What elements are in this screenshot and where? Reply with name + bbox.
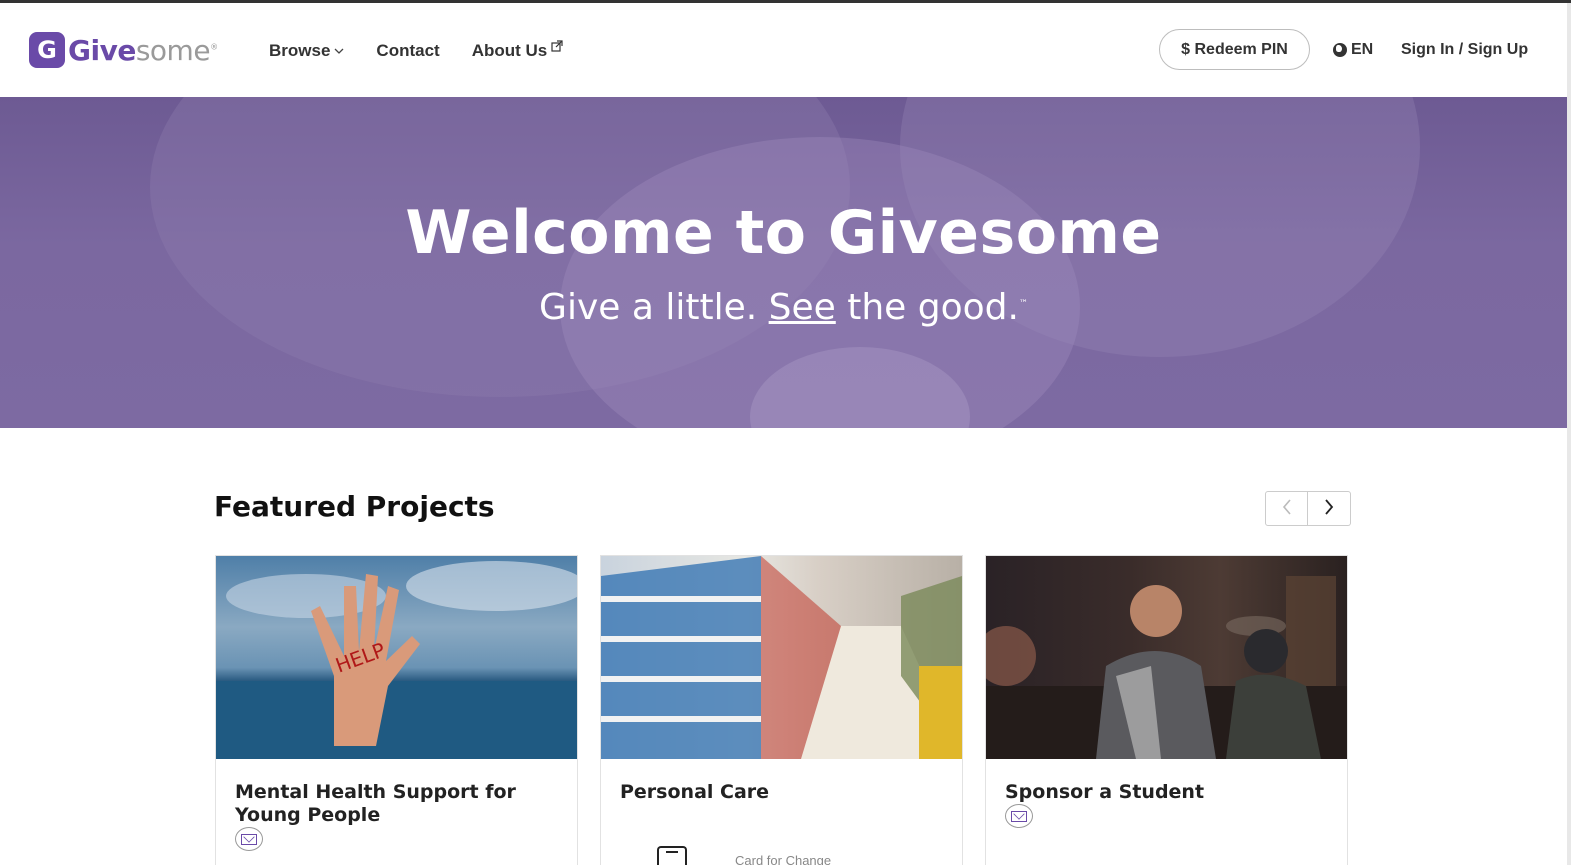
logo-mark-icon: G	[29, 32, 65, 68]
logo-wordmark: Givesome®	[68, 34, 218, 67]
chevron-right-icon	[1324, 496, 1334, 521]
project-image-mentor-student	[986, 556, 1347, 759]
sign-in-link[interactable]: Sign In / Sign Up	[1401, 41, 1528, 59]
nav-contact[interactable]: Contact	[376, 41, 439, 61]
card-footer-text: Card for Change	[735, 852, 832, 865]
project-title: Personal Care	[620, 781, 770, 803]
nav-browse[interactable]: Browse	[269, 41, 344, 61]
envelope-icon	[235, 827, 263, 851]
hero-subtitle-pre: Give a little.	[539, 287, 769, 328]
logo-text-some: some	[135, 33, 211, 67]
nav-about-label: About Us	[471, 41, 548, 60]
main-nav: Browse Contact About Us	[269, 39, 564, 61]
hero-subtitle-emphasis: See	[768, 287, 836, 328]
language-label: EN	[1351, 41, 1374, 58]
envelope-icon	[1005, 804, 1033, 828]
redeem-pin-button[interactable]: $ Redeem PIN	[1159, 29, 1310, 70]
phone-icon	[657, 846, 687, 865]
project-title: Sponsor a Student	[1005, 781, 1205, 803]
project-title: Mental Health Support for Young People	[235, 781, 516, 826]
help-hand-in-water-photo: HELP	[216, 561, 577, 759]
project-image-help-hand: HELP	[216, 556, 577, 759]
chevron-left-icon	[1282, 496, 1292, 521]
carousel-controls	[1265, 491, 1351, 526]
project-image-pharmacy-aisle	[601, 556, 962, 759]
hero-subtitle-post: the good.	[835, 287, 1019, 328]
nav-contact-label: Contact	[376, 41, 440, 60]
project-card-sponsor-student[interactable]: Sponsor a Student	[985, 555, 1348, 865]
carousel-prev-button[interactable]	[1265, 491, 1308, 526]
nav-about-us[interactable]: About Us	[471, 39, 564, 61]
scrollbar[interactable]	[1567, 3, 1571, 865]
hero-subtitle: Give a little. See the good.™	[0, 287, 1567, 328]
logo-text-give: Give	[68, 33, 136, 67]
language-selector[interactable]: EN	[1333, 41, 1373, 59]
site-header: G Givesome® Browse Contact About Us $ Re…	[0, 3, 1567, 97]
hero-banner: Welcome to Givesome Give a little. See t…	[0, 97, 1567, 428]
card-footer: Card for Change	[657, 846, 831, 865]
envelope-shape	[241, 833, 257, 845]
featured-projects-title: Featured Projects	[214, 490, 495, 523]
project-card-personal-care[interactable]: Personal Care Card for Change	[600, 555, 963, 865]
mentor-and-student-photo	[986, 576, 1347, 759]
external-link-icon	[551, 39, 563, 55]
nav-browse-label: Browse	[269, 41, 331, 60]
chevron-down-icon	[334, 47, 344, 58]
pharmacy-aisle-photo	[601, 556, 962, 759]
project-card-mental-health[interactable]: HELP Mental Health Support for Young Peo…	[215, 555, 578, 865]
envelope-shape	[1011, 810, 1027, 822]
logo-registered-mark: ®	[210, 42, 218, 52]
trademark-mark: ™	[1018, 299, 1028, 309]
globe-icon	[1333, 43, 1347, 57]
givesome-logo[interactable]: G Givesome®	[29, 32, 218, 68]
carousel-next-button[interactable]	[1308, 491, 1351, 526]
hero-title: Welcome to Givesome	[405, 198, 1162, 268]
